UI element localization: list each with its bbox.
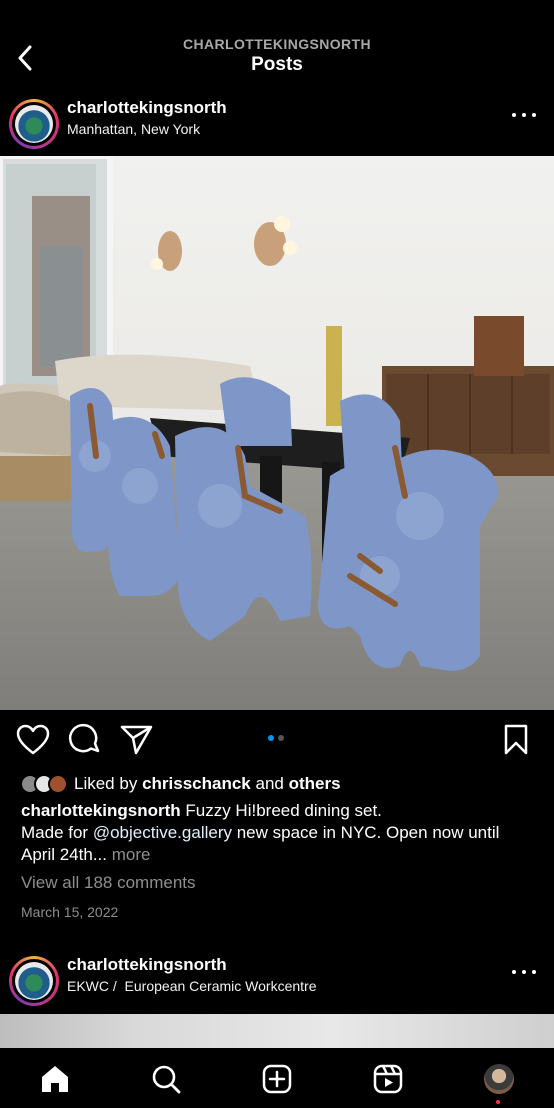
next-post-header: charlottekingsnorth EKWC / European Cera… [0,953,554,1011]
avatar[interactable] [9,956,59,1006]
post-actions [0,722,554,760]
header-username: CHARLOTTEKINGSNORTH [182,36,372,52]
bookmark-icon [504,724,528,755]
dining-set-photo [0,156,554,710]
carousel-dot-active [268,735,274,741]
tab-reels[interactable] [371,1062,405,1096]
tab-profile[interactable] [482,1062,516,1096]
caption-text: Made for [21,823,89,842]
caption-title: Fuzzy Hi!breed dining set. [185,801,382,820]
post-username[interactable]: charlottekingsnorth [67,955,227,975]
page-title: Posts [251,54,303,75]
profile-avatar [484,1064,514,1094]
more-options-button[interactable] [512,110,536,120]
search-icon [152,1065,181,1094]
post-location[interactable]: Manhattan, New York [67,121,200,137]
notification-dot [496,1100,500,1104]
next-post-image[interactable] [0,1014,554,1048]
caption-more-link[interactable]: more [112,845,151,864]
post-caption: charlottekingsnorth Fuzzy Hi!breed dinin… [21,800,536,866]
view-comments-link[interactable]: View all 188 comments [21,873,196,893]
liked-by-label: Liked by [74,774,138,793]
post-date: March 15, 2022 [21,904,119,920]
comment-icon [68,723,100,753]
tab-search[interactable] [149,1062,183,1096]
tab-create[interactable] [260,1062,294,1096]
heart-icon [16,724,50,755]
comment-button[interactable] [67,722,103,758]
carousel-dot [278,735,284,741]
like-button[interactable] [15,722,51,758]
more-options-button[interactable] [512,967,536,977]
post-location[interactable]: EKWC / European Ceramic Workcentre [67,978,317,994]
reels-icon [373,1064,403,1094]
tab-home[interactable] [38,1062,72,1096]
avatar[interactable] [9,99,59,149]
caption-username[interactable]: charlottekingsnorth [21,801,181,820]
save-button[interactable] [498,722,534,758]
plus-square-icon [262,1064,292,1094]
share-button[interactable] [118,722,154,758]
post-username[interactable]: charlottekingsnorth [67,98,227,118]
post-image[interactable] [0,156,554,710]
post-header: charlottekingsnorth Manhattan, New York [0,96,554,154]
likes-text: Liked by chrisschanck and others [74,774,341,794]
bottom-tab-bar [0,1048,554,1108]
liker-avatar [48,774,68,794]
liked-others-link[interactable]: others [289,774,341,793]
top-bar: CHARLOTTEKINGSNORTH Posts [0,0,554,92]
paper-plane-icon [120,725,153,755]
carousel-indicator [268,735,284,741]
caption-mention-link[interactable]: @objective.gallery [93,823,232,842]
liked-and-label: and [255,774,284,793]
likes-summary[interactable]: Liked by chrisschanck and others [20,772,341,796]
liked-user-link[interactable]: chrisschanck [142,774,251,793]
home-icon [42,1066,68,1092]
